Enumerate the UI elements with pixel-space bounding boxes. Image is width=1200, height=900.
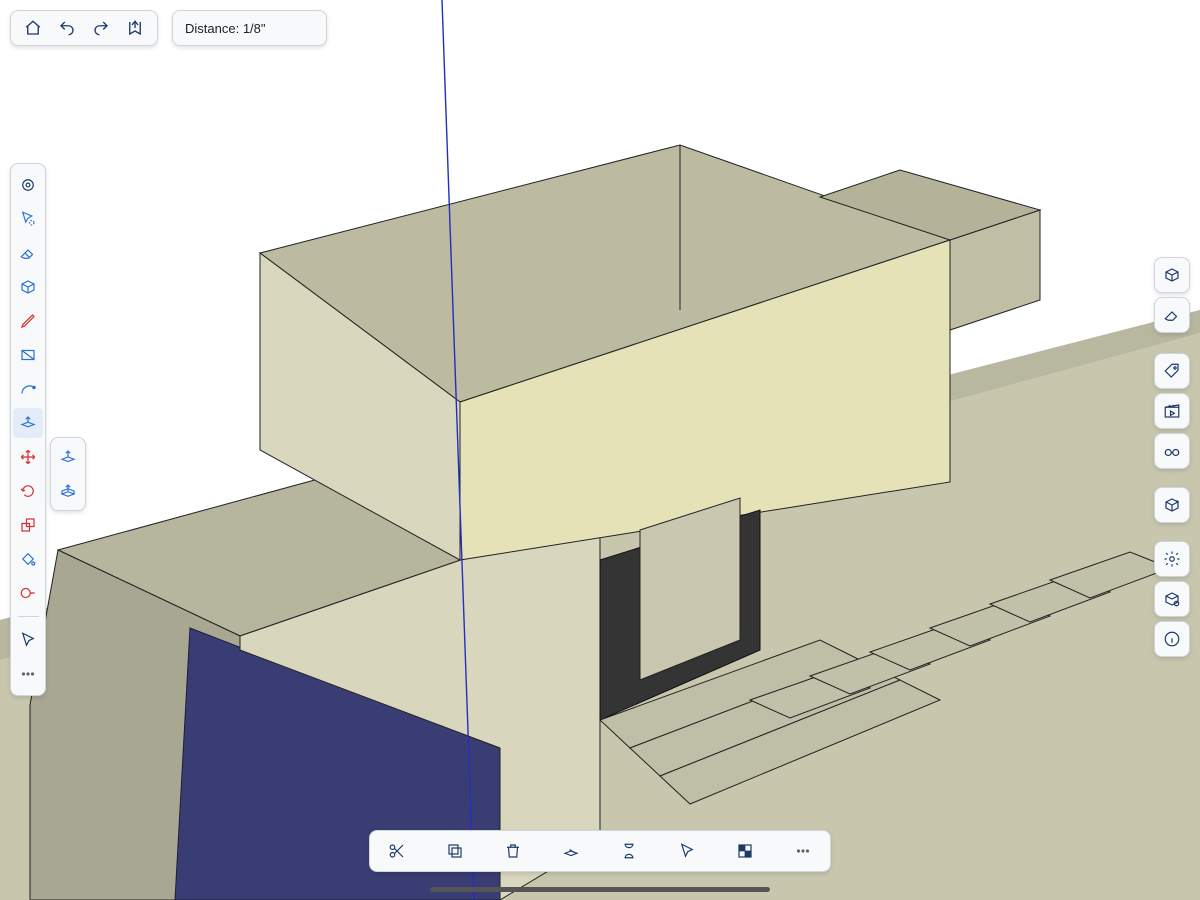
info-tray[interactable] [1154,621,1190,657]
tags-tray[interactable] [1154,353,1190,389]
tag-icon [1163,362,1181,380]
rotate-icon [19,482,37,500]
more-bottom-button[interactable] [786,834,820,868]
more-horizontal-icon [19,665,37,683]
cursor-lasso-icon [19,210,37,228]
nav-cluster [10,10,158,46]
materials-icon [562,842,580,860]
eraser-icon [19,244,37,262]
redo-icon [92,19,110,37]
move-icon [19,448,37,466]
pushpull-create-option[interactable] [53,476,83,506]
xray-button[interactable] [728,834,762,868]
undo-icon [58,19,76,37]
pencil-icon [19,312,37,330]
bottom-toolbar [369,830,831,872]
more-horizontal-icon [794,842,812,860]
extensions-tray[interactable] [1154,581,1190,617]
measurement-label: Distance [185,21,236,36]
undo-button[interactable] [51,12,83,44]
paint-tool[interactable] [13,544,43,574]
arc-icon [19,380,37,398]
left-toolbar [10,163,46,696]
pushpull-flyout [50,437,86,511]
delete-button[interactable] [496,834,530,868]
settings-button[interactable] [13,170,43,200]
isolate-button[interactable] [612,834,646,868]
shapes-tool[interactable] [13,272,43,302]
styles-tray[interactable] [1154,433,1190,469]
redo-button[interactable] [85,12,117,44]
rectangle-tool[interactable] [13,340,43,370]
materials-button[interactable] [554,834,588,868]
pushpull-icon [19,414,37,432]
pushpull-normal-option[interactable] [53,442,83,472]
home-indicator [430,887,770,892]
arc-tool[interactable] [13,374,43,404]
warehouse-cube-icon [1163,496,1181,514]
info-icon [1163,630,1181,648]
3d-viewport[interactable] [0,0,1200,900]
trash-icon [504,842,522,860]
pointer-tool[interactable] [13,625,43,655]
arrow-pointer-icon [678,842,696,860]
pencil-tool[interactable] [13,306,43,336]
home-button[interactable] [17,12,49,44]
export-button[interactable] [119,12,151,44]
settings-icon [19,176,37,194]
glasses-icon [1163,442,1181,460]
copy-icon [446,842,464,860]
model-cube-icon [1163,266,1181,284]
scissors-icon [388,842,406,860]
copy-button[interactable] [438,834,472,868]
pointer-icon [19,631,37,649]
eraser-icon [1163,306,1181,324]
measurement-value: 1/8" [243,21,266,36]
tape-measure-icon [19,584,37,602]
export-icon [126,19,144,37]
preferences-tray[interactable] [1154,541,1190,577]
move-tool[interactable] [13,442,43,472]
checker-icon [736,842,754,860]
select-tool[interactable] [13,204,43,234]
rectangle-icon [19,346,37,364]
materials-tray[interactable] [1154,297,1190,333]
home-icon [24,19,42,37]
warehouse-tray[interactable] [1154,487,1190,523]
gear-icon [1163,550,1181,568]
scale-icon [19,516,37,534]
toolbar-separator [18,616,39,617]
clapperboard-icon [1163,402,1181,420]
cut-button[interactable] [380,834,414,868]
scale-tool[interactable] [13,510,43,540]
rotate-tool[interactable] [13,476,43,506]
select-mode-button[interactable] [670,834,704,868]
measurement-box[interactable]: Distance: 1/8" [172,10,327,46]
eraser-tool[interactable] [13,238,43,268]
scenes-tray[interactable] [1154,393,1190,429]
paint-bucket-icon [19,550,37,568]
entity-info-tray[interactable] [1154,257,1190,293]
hourglass-icon [620,842,638,860]
tape-tool[interactable] [13,578,43,608]
cube-icon [19,278,37,296]
pushpull-create-icon [59,482,77,500]
more-tools-button[interactable] [13,659,43,689]
package-cube-icon [1163,590,1181,608]
pushpull-normal-icon [59,448,77,466]
pushpull-tool[interactable] [13,408,43,438]
